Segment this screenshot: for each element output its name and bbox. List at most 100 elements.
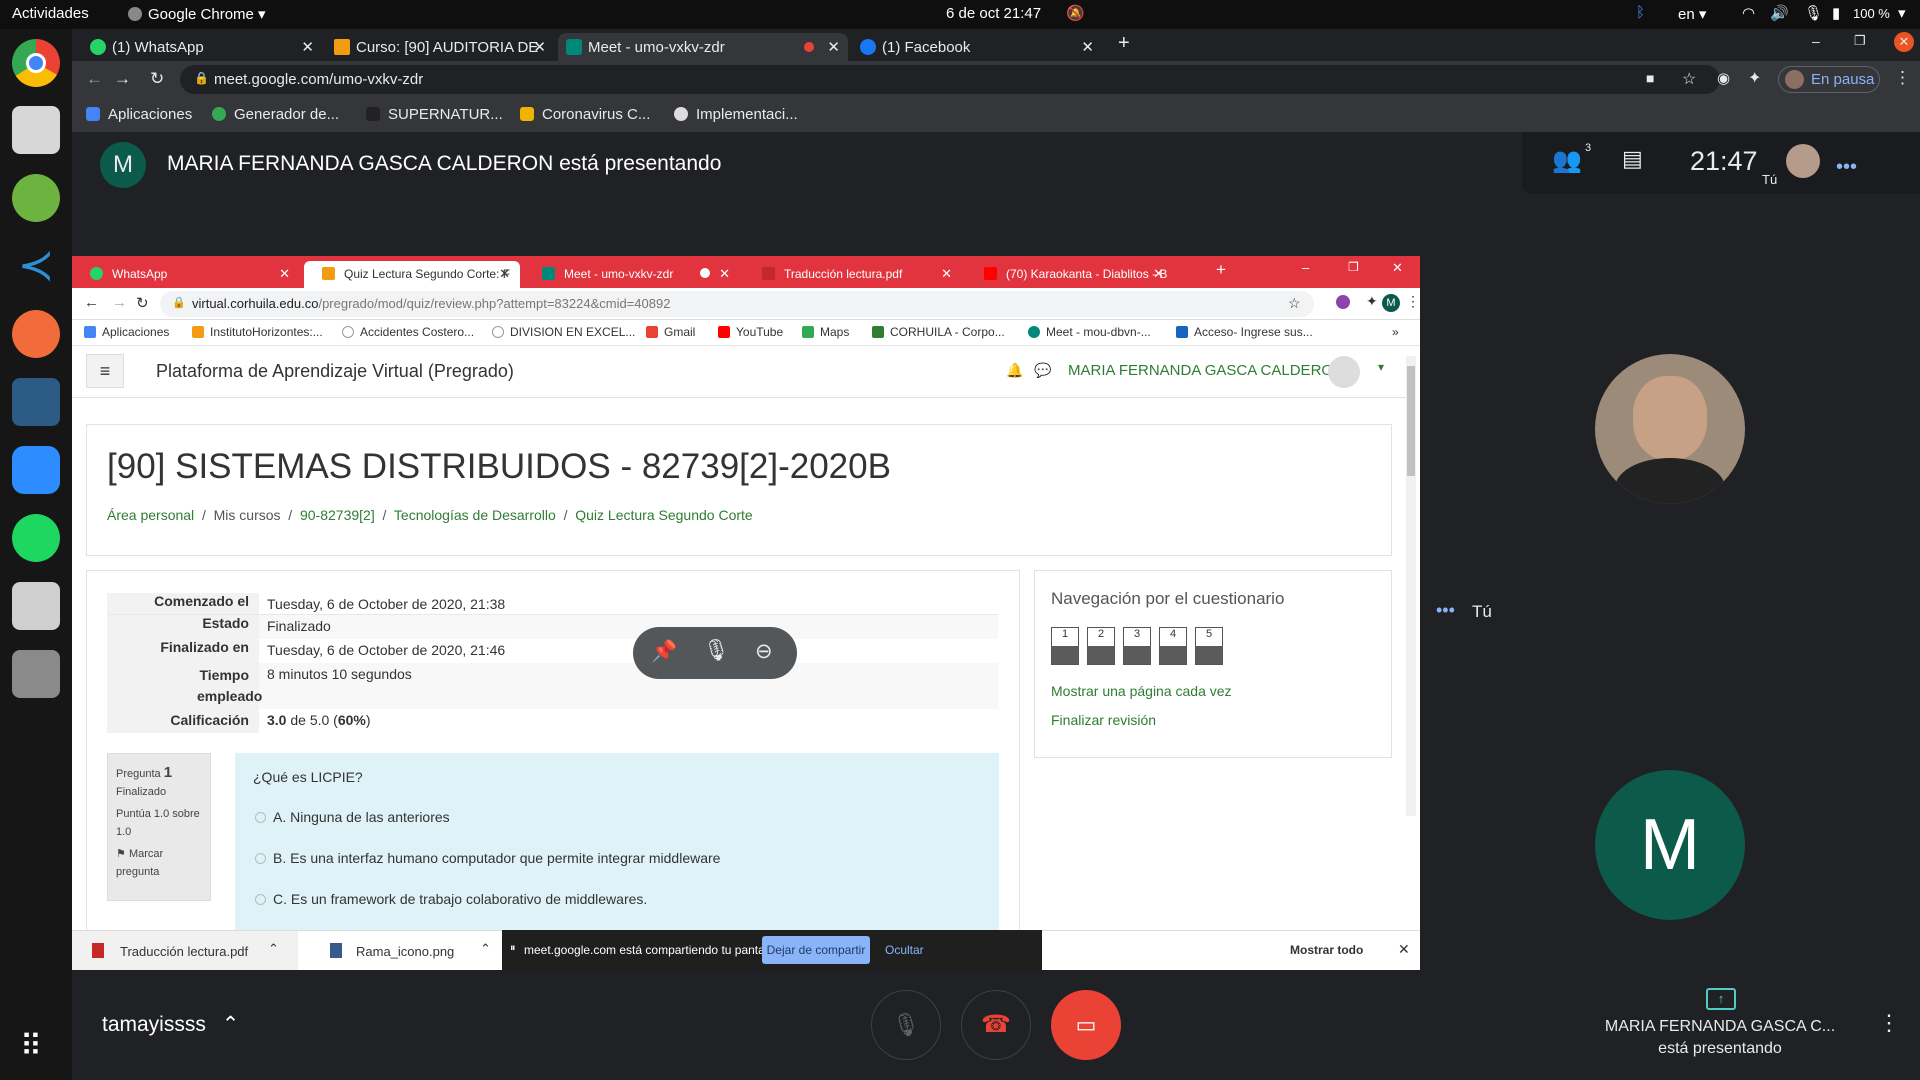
leave-call-button[interactable]: ☎ [961, 990, 1031, 1060]
shared-address-bar: 🔒 virtual.corhuila.edu.co/pregrado/mod/q… [160, 291, 1314, 317]
bookmark: Maps [802, 325, 849, 339]
restore-button[interactable]: ❐ [1854, 33, 1866, 49]
camera-off-button[interactable]: ▭ [1051, 990, 1121, 1060]
shared-url-host: virtual.corhuila.edu.co [192, 296, 319, 311]
shared-tab-label: (70) Karaokanta - Diablitos - B [1006, 267, 1168, 281]
summary-row: Finalizado en Tuesday, 6 de October de 20… [107, 639, 998, 663]
answer-option-label: C. Es un framework de trabajo colaborati… [273, 891, 648, 907]
bookmark-apps[interactable]: Aplicaciones [86, 106, 192, 123]
presenter-tile: M ↑ MARIA FERNANDA GASCA C... está prese… [1420, 672, 1920, 1080]
browser-tab[interactable]: (1) WhatsApp ✕ [82, 33, 322, 61]
close-tab-icon: ✕ [719, 266, 730, 281]
hang-up-icon: ☎ [981, 1011, 1011, 1038]
quiz-nav-button: 2 [1087, 627, 1115, 665]
bookmark-label: Meet - mou-dbvn-... [1046, 325, 1151, 339]
microphone-icon: 🎙 [892, 1012, 920, 1037]
people-icon[interactable]: 👥 [1552, 146, 1582, 175]
language-indicator[interactable]: en ▾ [1678, 5, 1706, 23]
microphone-icon: 🎙 [1804, 5, 1824, 22]
show-apps-grid-icon[interactable]: ⠿ [20, 1029, 42, 1064]
reload-icon[interactable]: ↻ [150, 69, 164, 89]
bookmark: CORHUILA - Corpo... [872, 325, 1005, 339]
browser-tab-label: (1) Facebook [882, 39, 971, 56]
clock[interactable]: 6 de oct 21:47 [946, 5, 1041, 22]
answer-option-label: A. Ninguna de las anteriores [273, 809, 450, 825]
activities-button[interactable]: Actividades [12, 5, 89, 22]
browser-tab[interactable]: (1) Facebook ✕ [852, 33, 1102, 61]
files-icon[interactable] [12, 106, 60, 154]
address-bar[interactable]: 🔒 meet.google.com/umo-vxkv-zdr ■ ☆ [180, 65, 1720, 94]
magnifier-icon[interactable] [12, 582, 60, 630]
quiz-nav-number: 4 [1169, 628, 1177, 640]
close-tab-icon[interactable]: ✕ [533, 38, 546, 56]
chat-icon[interactable]: ▤ [1622, 146, 1643, 172]
bookmark-star-icon[interactable]: ☆ [1682, 69, 1696, 89]
back-icon[interactable]: ← [86, 69, 103, 89]
avatar [1785, 70, 1804, 89]
bookmark[interactable]: SUPERNATUR... [366, 106, 503, 123]
more-dots-icon[interactable]: ••• [1836, 156, 1857, 179]
vscode-icon[interactable]: ≺ [12, 242, 60, 290]
bookmark-label: Coronavirus C... [542, 106, 651, 123]
system-menu-chevron-icon[interactable]: ▾ [1898, 4, 1906, 22]
app-menu[interactable]: Google Chrome ▾ [128, 5, 266, 23]
breadcrumb: Área personal / Mis cursos / 90-82739[2]… [107, 507, 753, 523]
pin-icon: 📌 [651, 640, 678, 663]
new-tab-button[interactable]: + [1118, 32, 1130, 55]
platform-title: Plataforma de Aprendizaje Virtual (Pregr… [156, 361, 514, 381]
radio-icon [255, 812, 266, 823]
radio-icon [255, 853, 266, 864]
bookmark[interactable]: Coronavirus C... [520, 106, 650, 123]
extensions-puzzle-icon[interactable]: ✦ [1748, 68, 1761, 88]
zoom-icon[interactable] [12, 446, 60, 494]
disk-icon[interactable] [12, 650, 60, 698]
profile-button[interactable]: En pausa [1778, 66, 1880, 93]
spring-tool-icon[interactable] [12, 174, 60, 222]
close-tab-icon[interactable]: ✕ [301, 38, 314, 56]
bookmark: Gmail [646, 325, 695, 339]
bookmark-label: Maps [820, 325, 850, 339]
shared-tab: WhatsApp ✕ [72, 261, 300, 288]
presenter-avatar: M [1595, 770, 1745, 920]
extension-icon[interactable]: ◉ [1717, 69, 1730, 87]
menu-kebab-icon[interactable]: ⋮ [1894, 68, 1911, 88]
camera-icon[interactable]: ■ [1646, 70, 1654, 86]
shared-url-path: /pregrado/mod/quiz/review.php?attempt=83… [318, 296, 671, 311]
bookmark-label: Generador de... [234, 106, 340, 123]
browser-toolbar: ← → ↻ 🔒 meet.google.com/umo-vxkv-zdr ■ ☆… [72, 61, 1920, 98]
minimize-button[interactable]: – [1812, 33, 1820, 49]
mysql-workbench-icon[interactable] [12, 378, 60, 426]
bookmark[interactable]: Implementaci... [674, 106, 798, 123]
close-downloads-icon: ✕ [1398, 941, 1410, 957]
chrome-icon[interactable] [12, 39, 60, 87]
mic-button[interactable]: 🎙 [871, 990, 941, 1060]
show-one-page-link: Mostrar una página cada vez [1051, 683, 1232, 699]
grade-score: 3.0 [267, 712, 287, 728]
meeting-details[interactable]: tamayissss ⌃ [102, 1012, 239, 1037]
tile-menu-kebab-icon[interactable]: ⋮ [1878, 1010, 1900, 1036]
browser-tab-active[interactable]: Meet - umo-vxkv-zdr ✕ [558, 33, 848, 61]
postman-icon[interactable] [12, 310, 60, 358]
quiz-nav-button: 5 [1195, 627, 1223, 665]
close-tab-icon[interactable]: ✕ [1081, 38, 1094, 56]
browser-tab[interactable]: Curso: [90] AUDITORIA DE ✕ [326, 33, 554, 61]
bookmark: Aplicaciones [84, 325, 169, 339]
breadcrumb-item: Área personal [107, 507, 195, 523]
forward-icon: → [112, 294, 127, 311]
restore-icon: ❐ [1348, 260, 1359, 274]
grade-mid: de 5.0 ( [286, 712, 338, 728]
spotify-icon[interactable] [12, 514, 60, 562]
breadcrumb-item: Quiz Lectura Segundo Corte [575, 507, 753, 523]
bookmark-label: YouTube [736, 325, 784, 339]
bookmark[interactable]: Generador de... [212, 106, 339, 123]
more-options-icon[interactable]: ••• [1436, 600, 1455, 621]
close-tab-icon[interactable]: ✕ [827, 38, 840, 56]
shared-screen: WhatsApp ✕ Quiz Lectura Segundo Corte: F ✕… [72, 256, 1420, 970]
shared-tab-strip: WhatsApp ✕ Quiz Lectura Segundo Corte: F ✕… [72, 256, 1420, 288]
close-window-button[interactable]: ✕ [1894, 32, 1914, 52]
dock: ≺ ⠿ [0, 29, 72, 1080]
quiz-nav-number: 3 [1133, 628, 1141, 640]
forward-icon[interactable]: → [114, 69, 131, 89]
new-tab-icon: + [1216, 260, 1226, 279]
self-name: Tú [1472, 602, 1492, 621]
